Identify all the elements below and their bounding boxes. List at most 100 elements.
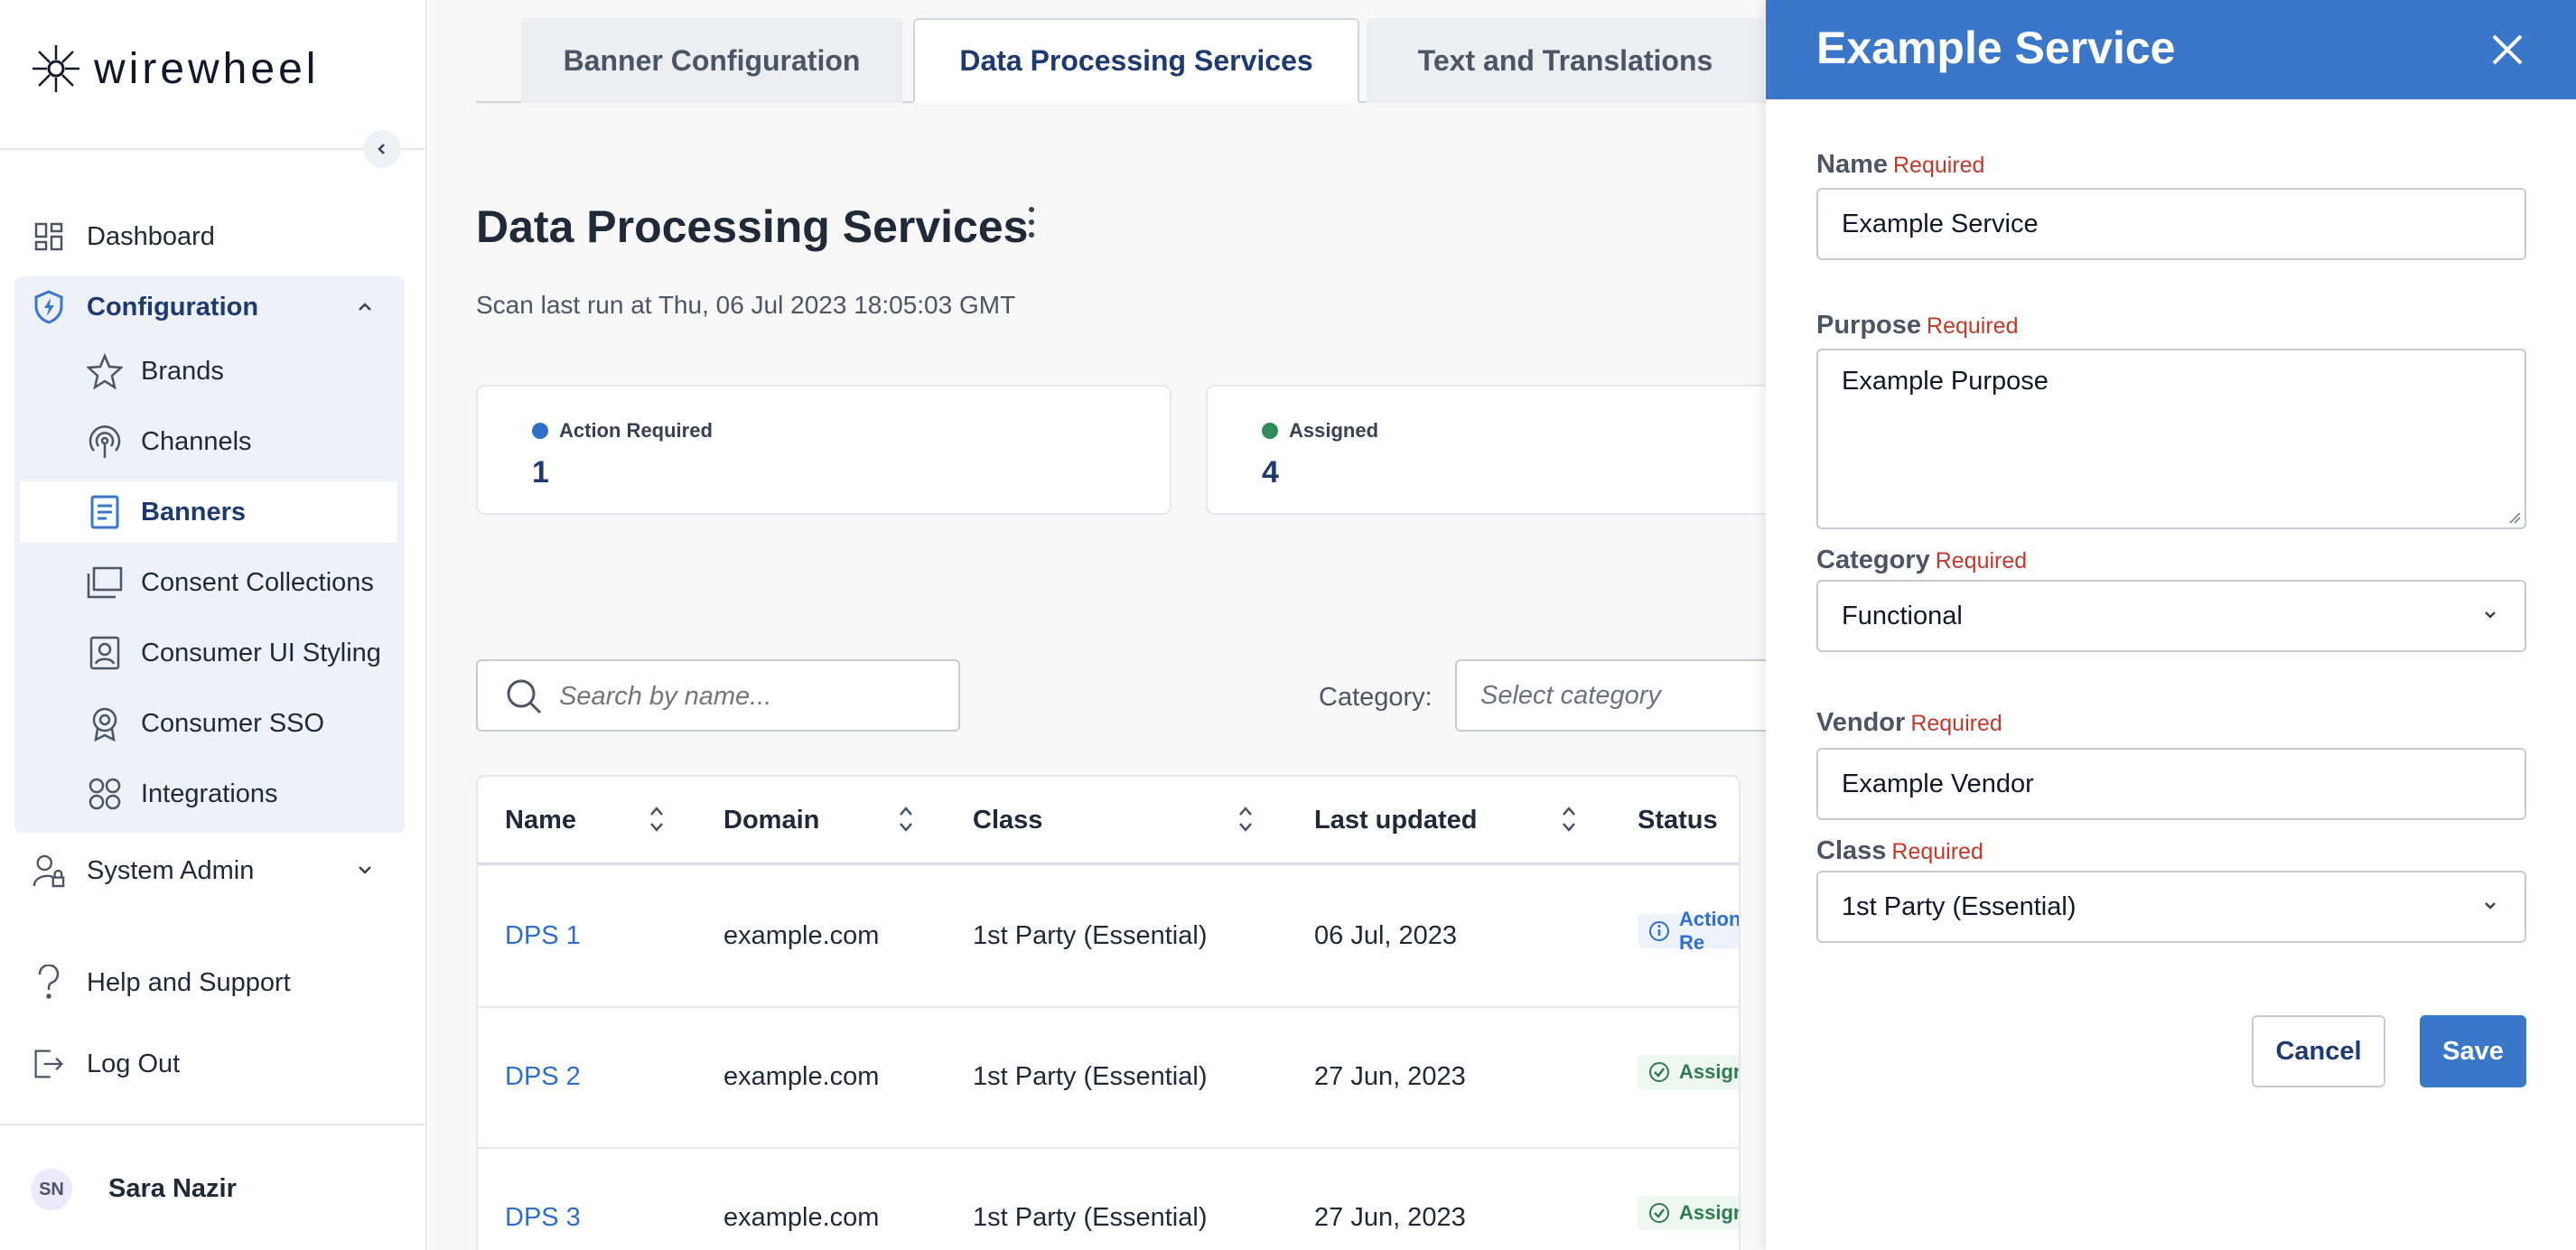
- drawer-title: Example Service: [1816, 23, 2176, 73]
- avatar[interactable]: SN: [31, 1169, 72, 1210]
- stat-value: 4: [1262, 455, 1279, 490]
- collapse-sidebar-button[interactable]: [363, 130, 401, 168]
- check-circle-icon: [1649, 1062, 1669, 1082]
- stat-label: Assigned: [1289, 419, 1379, 442]
- search-box[interactable]: [476, 659, 960, 732]
- name-field[interactable]: Example Service: [1816, 188, 2526, 260]
- drawer-header: Example Service: [1766, 0, 2576, 99]
- scan-status-text: Scan last run at Thu, 06 Jul 2023 18:05:…: [476, 291, 1016, 319]
- dps-last-updated: 06 Jul, 2023: [1314, 921, 1458, 950]
- dps-name-link[interactable]: DPS 3: [505, 1203, 581, 1233]
- chevron-left-icon: [378, 144, 385, 154]
- sidebar-item-brands[interactable]: Brands: [20, 340, 397, 402]
- question-icon: [33, 965, 65, 999]
- table-row[interactable]: DPS 1 example.com 1st Party (Essential) …: [478, 867, 1739, 1008]
- grid-icon: [33, 220, 65, 253]
- more-options-icon[interactable]: [1025, 204, 1038, 242]
- required-indicator: Required: [1893, 153, 1985, 178]
- sidebar-item-configuration[interactable]: Configuration: [16, 275, 405, 340]
- logo[interactable]: wirewheel: [31, 43, 319, 94]
- sidebar-item-label: Brands: [141, 356, 224, 386]
- sidebar-item-label: Consent Collections: [141, 567, 374, 597]
- category-value: Functional: [1842, 601, 1963, 630]
- sort-icon[interactable]: [648, 804, 666, 835]
- required-indicator: Required: [1927, 313, 2019, 339]
- sidebar-item-system-admin[interactable]: System Admin: [16, 838, 405, 903]
- status-badge: Action Re: [1638, 908, 1739, 954]
- shield-icon: [33, 290, 65, 324]
- sidebar-bottom-divider: [0, 1124, 425, 1125]
- logo-text: wirewheel: [94, 44, 320, 93]
- sort-icon[interactable]: [1237, 804, 1255, 835]
- sidebar-item-label: Consumer SSO: [141, 708, 325, 738]
- user-name[interactable]: Sara Nazir: [108, 1174, 237, 1204]
- purpose-textarea[interactable]: Example Purpose: [1816, 349, 2526, 529]
- table-row[interactable]: DPS 2 example.com 1st Party (Essential) …: [478, 1008, 1739, 1149]
- app-root: wirewheel Dashboard Configuration Brands: [0, 0, 2576, 1250]
- dps-domain: example.com: [723, 921, 880, 950]
- sidebar-item-consent-collections[interactable]: Consent Collections: [20, 552, 397, 613]
- tab-data-processing-services[interactable]: Data Processing Services: [913, 18, 1359, 103]
- column-header-last-updated[interactable]: Last updated: [1314, 806, 1477, 835]
- user-card-icon: [85, 633, 125, 673]
- dps-table: Name Domain Class Last updated Status DP…: [476, 775, 1741, 1250]
- class-value: 1st Party (Essential): [1842, 891, 2077, 921]
- class-label: Class Required: [1816, 836, 1983, 865]
- resize-handle-icon[interactable]: [2506, 509, 2521, 524]
- category-dropdown[interactable]: Functional: [1816, 580, 2526, 652]
- table-header: Name Domain Class Last updated Status: [478, 777, 1739, 865]
- document-icon: [85, 492, 125, 532]
- vendor-label: Vendor Required: [1816, 708, 2002, 737]
- tab-text-and-translations[interactable]: Text and Translations: [1367, 18, 1764, 103]
- table-row[interactable]: DPS 3 example.com 1st Party (Essential) …: [478, 1149, 1739, 1250]
- search-icon: [507, 679, 542, 714]
- sort-icon[interactable]: [1560, 804, 1578, 835]
- sidebar-item-label: Integrations: [141, 779, 278, 808]
- column-header-name[interactable]: Name: [505, 806, 576, 835]
- stat-label: Action Required: [559, 419, 713, 442]
- sidebar-item-label: Log Out: [87, 1049, 181, 1078]
- folders-icon: [85, 563, 125, 602]
- sidebar-item-dashboard[interactable]: Dashboard: [16, 204, 405, 269]
- status-badge: Assigned: [1638, 1055, 1739, 1089]
- cancel-button[interactable]: Cancel: [2252, 1015, 2385, 1087]
- sidebar-item-label: Consumer UI Styling: [141, 638, 381, 667]
- category-select[interactable]: Select category: [1455, 659, 1816, 732]
- star-icon: [85, 351, 125, 391]
- stat-card-action-required[interactable]: Action Required 1: [476, 385, 1171, 515]
- class-dropdown[interactable]: 1st Party (Essential): [1816, 871, 2526, 943]
- search-input[interactable]: [559, 674, 938, 719]
- close-icon[interactable]: [2488, 31, 2526, 69]
- sidebar-item-help[interactable]: Help and Support: [16, 950, 405, 1015]
- dps-name-link[interactable]: DPS 2: [505, 1062, 581, 1092]
- sidebar-item-integrations[interactable]: Integrations: [20, 763, 397, 825]
- required-indicator: Required: [1910, 711, 2002, 736]
- edit-service-drawer: Example Service Name Required Example Ser…: [1766, 0, 2576, 1250]
- sidebar-item-banners[interactable]: Banners: [20, 481, 397, 543]
- sidebar-item-consumer-sso[interactable]: Consumer SSO: [20, 693, 397, 754]
- apps-icon: [85, 774, 125, 814]
- column-header-class[interactable]: Class: [973, 806, 1042, 835]
- dps-class: 1st Party (Essential): [973, 1062, 1208, 1091]
- save-button[interactable]: Save: [2420, 1015, 2526, 1087]
- column-header-domain[interactable]: Domain: [723, 806, 819, 835]
- sidebar-divider: [0, 148, 425, 150]
- sidebar-item-consumer-ui-styling[interactable]: Consumer UI Styling: [20, 622, 397, 684]
- dps-name-link[interactable]: DPS 1: [505, 921, 581, 951]
- sidebar-item-label: Dashboard: [87, 221, 215, 251]
- column-header-status[interactable]: Status: [1638, 806, 1718, 835]
- sidebar-item-logout[interactable]: Log Out: [16, 1031, 405, 1096]
- purpose-value: Example Purpose: [1842, 367, 2049, 396]
- sidebar-item-label: Channels: [141, 426, 252, 456]
- dps-last-updated: 27 Jun, 2023: [1314, 1203, 1466, 1232]
- sort-icon[interactable]: [897, 804, 915, 835]
- sidebar-item-channels[interactable]: Channels: [20, 411, 397, 472]
- sidebar-item-label: Help and Support: [87, 967, 291, 997]
- dps-class: 1st Party (Essential): [973, 921, 1208, 950]
- vendor-field[interactable]: Example Vendor: [1816, 748, 2526, 820]
- category-filter-label: Category:: [1319, 683, 1433, 712]
- check-circle-icon: [1649, 1203, 1669, 1223]
- dps-domain: example.com: [723, 1203, 880, 1232]
- tab-banner-configuration[interactable]: Banner Configuration: [521, 18, 902, 103]
- sidebar-item-label: System Admin: [87, 855, 255, 885]
